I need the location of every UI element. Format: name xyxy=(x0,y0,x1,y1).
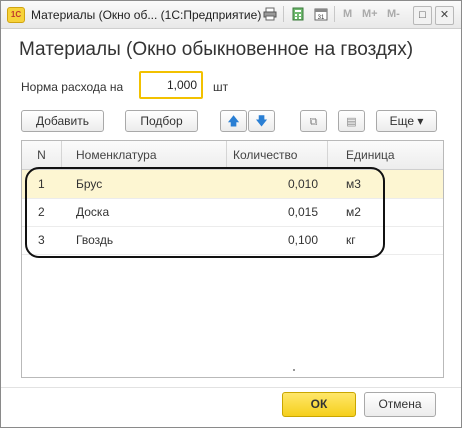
cancel-button[interactable]: Отмена xyxy=(364,392,436,417)
item-quantity: 0,100 xyxy=(287,233,318,247)
row-number: 3 xyxy=(38,233,45,247)
arrow-down-icon: 🡇 xyxy=(255,114,268,128)
toolbar-separator xyxy=(283,6,284,22)
close-button[interactable]: ✕ xyxy=(435,6,454,25)
item-name: Гвоздь xyxy=(76,233,114,247)
dialog-window: 1С Материалы (Окно об... (1С:Предприятие… xyxy=(0,0,462,428)
toolbar-separator xyxy=(334,6,335,22)
move-up-button[interactable]: 🡅 xyxy=(220,110,247,132)
paste-button[interactable]: ▤ xyxy=(338,110,365,132)
pick-button[interactable]: Подбор xyxy=(125,110,198,132)
table-row[interactable]: 3 Гвоздь 0,100 кг xyxy=(22,226,443,255)
paste-icon: ▤ xyxy=(346,116,357,128)
table-header: N Номенклатура Количество Единица xyxy=(22,141,443,170)
ok-button[interactable]: ОК xyxy=(282,392,356,417)
column-header-unit[interactable]: Единица xyxy=(328,141,444,169)
table-row[interactable]: 2 Доска 0,015 м2 xyxy=(22,198,443,227)
item-name: Доска xyxy=(76,205,110,219)
form-title: Материалы (Окно обыкновенное на гвоздях) xyxy=(19,39,414,60)
item-name: Брус xyxy=(76,177,103,191)
calendar-icon[interactable]: 31 xyxy=(314,7,328,21)
norm-unit-label: шт xyxy=(213,80,229,94)
norm-label: Норма расхода на xyxy=(21,80,124,94)
item-unit: кг xyxy=(346,233,356,247)
copy-icon: ⧉ xyxy=(309,116,318,128)
calculator-icon[interactable] xyxy=(291,7,305,21)
memory-plus-button[interactable]: M+ xyxy=(362,8,378,20)
window-title: Материалы (Окно об... (1С:Предприятие) xyxy=(31,8,262,22)
memory-minus-button[interactable]: M- xyxy=(387,8,400,20)
item-quantity: 0,010 xyxy=(287,177,318,191)
more-menu-button[interactable]: Еще ▾ xyxy=(376,110,437,132)
scroll-dot xyxy=(293,369,295,371)
item-quantity: 0,015 xyxy=(287,205,318,219)
column-header-item[interactable]: Номенклатура xyxy=(62,141,227,169)
item-unit: м2 xyxy=(346,205,361,219)
row-number: 1 xyxy=(38,177,45,191)
add-button[interactable]: Добавить xyxy=(21,110,104,132)
materials-table: N Номенклатура Количество Единица 1 Брус… xyxy=(21,140,444,378)
arrow-up-icon: 🡅 xyxy=(227,114,240,128)
copy-button[interactable]: ⧉ xyxy=(300,110,327,132)
app-logo-icon: 1С xyxy=(7,7,25,23)
column-header-qty[interactable]: Количество xyxy=(227,141,328,169)
memory-button[interactable]: M xyxy=(343,8,352,20)
title-bar: 1С Материалы (Окно об... (1С:Предприятие… xyxy=(1,1,461,29)
table-row[interactable]: 1 Брус 0,010 м3 xyxy=(22,170,443,199)
printer-icon[interactable] xyxy=(263,7,277,21)
item-unit: м3 xyxy=(346,177,361,191)
footer-divider xyxy=(1,387,461,388)
row-number: 2 xyxy=(38,205,45,219)
minimize-button[interactable]: □ xyxy=(413,6,432,25)
column-header-n[interactable]: N xyxy=(22,141,62,169)
norm-quantity-input[interactable] xyxy=(139,71,203,99)
svg-text:31: 31 xyxy=(318,15,325,21)
move-down-button[interactable]: 🡇 xyxy=(248,110,275,132)
